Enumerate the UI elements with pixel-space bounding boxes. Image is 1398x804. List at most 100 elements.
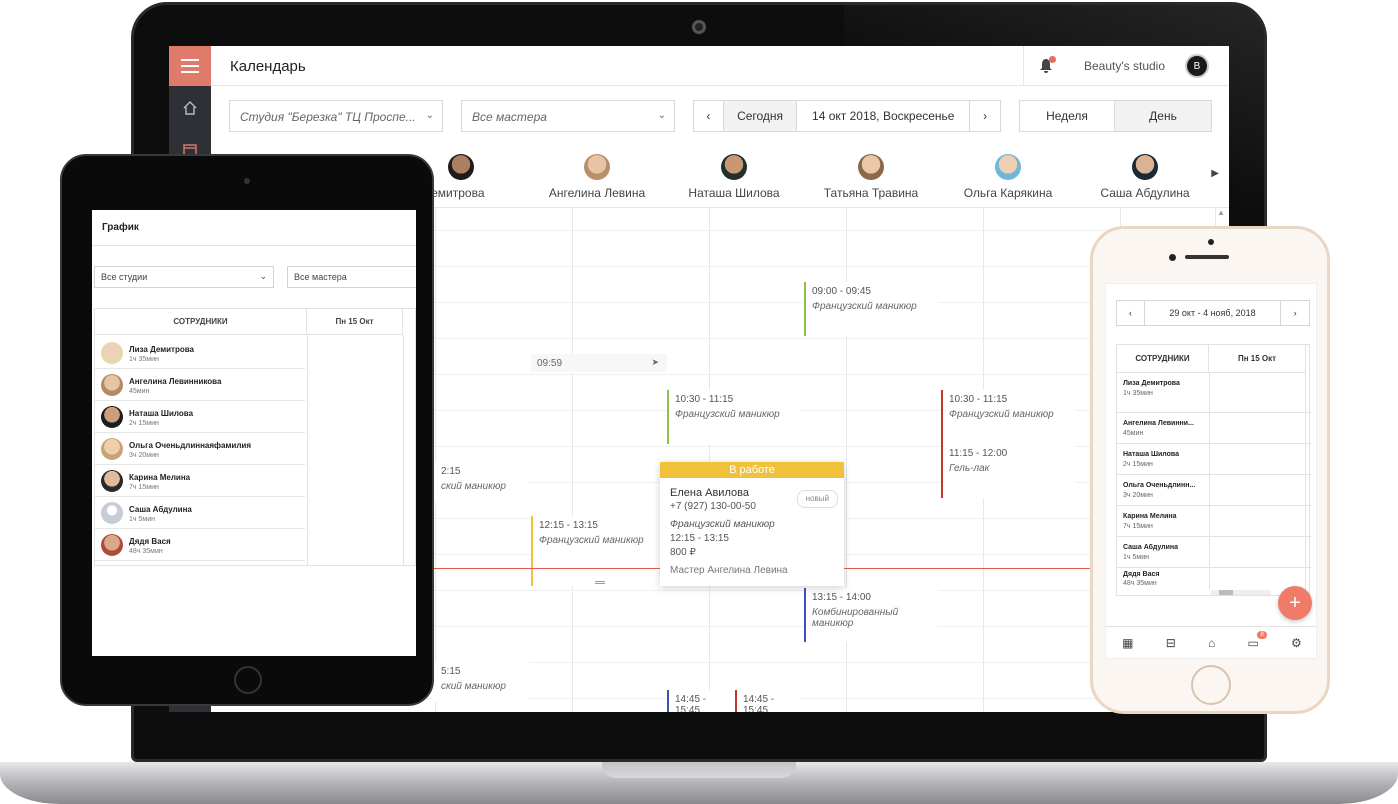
staff-column-header[interactable]: Саша Абдулина bbox=[1077, 154, 1213, 200]
studio-select[interactable]: Студия "Березка" ТЦ Проспе... ⌄ bbox=[229, 100, 443, 132]
home-icon[interactable]: ⌂ bbox=[1208, 636, 1215, 650]
table-row[interactable]: Наташа Шилова 2ч 15мин bbox=[1117, 444, 1311, 475]
notification-dot bbox=[1049, 56, 1056, 63]
popup-master: Мастер Ангелина Левина bbox=[670, 565, 788, 576]
avatar bbox=[995, 154, 1021, 180]
appointment-popup[interactable]: В работе Елена Авилова новый +7 (927) 13… bbox=[660, 462, 844, 586]
table-row[interactable]: Лиза Демитрова 1ч 35мин bbox=[95, 337, 305, 369]
prev-date-button[interactable]: ‹ bbox=[694, 101, 724, 131]
tablet-masters-value: Все мастера bbox=[294, 272, 347, 282]
table-row[interactable]: Лиза Демитрова 1ч 35мин bbox=[1117, 373, 1311, 413]
popup-service: Французский маникюр bbox=[670, 519, 775, 530]
table-row[interactable]: Карина Мелина 7ч 15мин bbox=[95, 465, 305, 497]
tablet-camera bbox=[244, 178, 250, 184]
prev-week-button[interactable]: ‹ bbox=[1117, 301, 1145, 325]
week-view-tab[interactable]: Неделя bbox=[1020, 101, 1116, 131]
phone-frame: ‹ 29 окт - 4 нояб, 2018 › СОТРУДНИКИ Пн … bbox=[1090, 226, 1330, 714]
hamburger-menu-button[interactable] bbox=[169, 46, 211, 86]
phone-speaker bbox=[1185, 255, 1229, 259]
appointment-time: 14:45 - 15:45 bbox=[675, 694, 707, 712]
table-row[interactable]: Ольга Оченьдлинн... 3ч 20мин bbox=[1117, 475, 1311, 506]
phone-screen: ‹ 29 окт - 4 нояб, 2018 › СОТРУДНИКИ Пн … bbox=[1105, 283, 1317, 659]
tablet-page-title: График bbox=[92, 210, 416, 246]
phone-home-button[interactable] bbox=[1191, 665, 1231, 705]
table-row[interactable]: Дядя Вася 48ч 35мин bbox=[95, 529, 305, 561]
appointment-time: 5:15 bbox=[441, 666, 461, 677]
avatar bbox=[584, 154, 610, 180]
scroll-right-arrow[interactable]: ▶ bbox=[1211, 168, 1219, 179]
table-row[interactable]: Саша Абдулина 1ч 5мин bbox=[1117, 537, 1311, 568]
table-row[interactable]: Карина Мелина 7ч 15мин bbox=[1117, 506, 1311, 537]
appointment-card[interactable]: 14:45 - 15:45 bbox=[735, 690, 801, 712]
table-row[interactable]: Ольга Оченьдлиннаяфамилия 3ч 20мин bbox=[95, 433, 305, 465]
appointment-card[interactable]: 5:15 ский маникюр bbox=[433, 662, 529, 702]
calendar-icon[interactable]: ▦ bbox=[1122, 636, 1133, 650]
tablet-studio-select[interactable]: Все студии ⌄ bbox=[94, 266, 274, 288]
appointment-service: Гель-лак bbox=[949, 463, 990, 474]
horizontal-scrollbar[interactable] bbox=[1211, 590, 1271, 595]
staff-column-header[interactable]: Татьяна Травина bbox=[803, 154, 939, 200]
avatar bbox=[101, 374, 123, 396]
scroll-up-arrow[interactable]: ▲ bbox=[1217, 208, 1225, 217]
studio-name[interactable]: Beauty's studio bbox=[1084, 59, 1165, 73]
studio-select-value: Студия "Березка" ТЦ Проспе... bbox=[240, 110, 416, 124]
next-week-button[interactable]: › bbox=[1281, 301, 1309, 325]
appointment-time: 10:30 - 11:15 bbox=[675, 394, 734, 405]
appointment-time: 11:15 - 12:00 bbox=[949, 448, 1008, 459]
appointment-service: ский маникюр bbox=[441, 481, 506, 492]
briefcase-icon[interactable]: ⊟ bbox=[1166, 636, 1176, 650]
add-appointment-button[interactable]: + bbox=[1278, 586, 1312, 620]
avatar bbox=[101, 406, 123, 428]
appointment-time: 14:45 - 15:45 bbox=[743, 694, 775, 712]
staff-column-header[interactable]: Ольга Карякина bbox=[940, 154, 1076, 200]
appointment-service: Французский маникюр bbox=[949, 409, 1054, 420]
current-date[interactable]: 14 окт 2018, Воскресенье bbox=[797, 101, 971, 131]
appointment-card[interactable]: 10:30 - 11:15 Французский маникюр bbox=[667, 390, 801, 444]
avatar bbox=[101, 502, 123, 524]
appointment-service: ский маникюр bbox=[441, 681, 506, 692]
resize-handle[interactable] bbox=[595, 581, 605, 584]
appointment-card[interactable]: 10:30 - 11:15 Французский маникюр bbox=[941, 390, 1075, 444]
staff-column-header[interactable]: Ангелина Левина bbox=[529, 154, 665, 200]
table-row[interactable]: Ангелина Левинникова 45мин bbox=[95, 369, 305, 401]
appointment-card[interactable]: 2:15 ский маникюр bbox=[433, 462, 529, 502]
tablet-masters-select[interactable]: Все мастера bbox=[287, 266, 416, 288]
appointment-card[interactable]: 11:15 - 12:00 Гель-лак bbox=[941, 444, 1075, 498]
avatar bbox=[101, 470, 123, 492]
avatar bbox=[101, 342, 123, 364]
appointment-card[interactable]: 12:15 - 13:15 Французский маникюр bbox=[531, 516, 665, 586]
day-view-tab[interactable]: День bbox=[1115, 101, 1211, 131]
hover-time-cell[interactable]: 09:59 ➤ bbox=[531, 354, 667, 372]
status-badge: новый bbox=[796, 490, 838, 508]
today-button[interactable]: Сегодня bbox=[723, 101, 798, 131]
home-icon[interactable] bbox=[169, 88, 211, 128]
next-date-button[interactable]: › bbox=[970, 101, 1000, 131]
week-range[interactable]: 29 окт - 4 нояб, 2018 bbox=[1145, 301, 1282, 325]
staff-column-header[interactable]: Наташа Шилова bbox=[666, 154, 802, 200]
chat-badge: 8 bbox=[1257, 630, 1267, 639]
notifications-button[interactable] bbox=[1023, 46, 1067, 86]
popup-status: В работе bbox=[660, 462, 844, 478]
table-row[interactable]: Саша Абдулина 1ч 5мин bbox=[95, 497, 305, 529]
tablet-home-button[interactable] bbox=[234, 666, 262, 694]
table-row[interactable]: Наташа Шилова 2ч 15мин bbox=[95, 401, 305, 433]
avatar bbox=[101, 438, 123, 460]
appointment-card[interactable]: 14:45 - 15:45 bbox=[667, 690, 733, 712]
gear-icon[interactable]: ⚙ bbox=[1291, 636, 1302, 650]
staff-name: Наташа Шилова bbox=[688, 186, 780, 200]
hover-time: 09:59 bbox=[537, 358, 563, 369]
avatar bbox=[858, 154, 884, 180]
studio-avatar[interactable]: B bbox=[1185, 54, 1209, 78]
table-row[interactable]: Ангелина Левинни... 45мин bbox=[1117, 413, 1311, 444]
appointment-card[interactable]: 13:15 - 14:00 Комбинированный маникюр bbox=[804, 588, 938, 642]
phone-schedule-table: СОТРУДНИКИ Пн 15 Окт Лиза Демитрова 1ч 35… bbox=[1116, 344, 1311, 596]
chat-icon[interactable]: ▭ 8 bbox=[1247, 630, 1267, 650]
appointment-card[interactable]: 09:00 - 09:45 Французский маникюр bbox=[804, 282, 938, 336]
phone-camera bbox=[1208, 239, 1214, 245]
chevron-down-icon: ⌄ bbox=[657, 110, 666, 121]
masters-select[interactable]: Все мастера ⌄ bbox=[461, 100, 675, 132]
staff-column-title: СОТРУДНИКИ bbox=[1117, 345, 1209, 373]
day-column-title: Пн 15 Окт bbox=[307, 309, 403, 335]
table-row[interactable]: Дядя Вася 48ч 35мин bbox=[1117, 567, 1311, 589]
page-title: Календарь bbox=[230, 58, 306, 75]
